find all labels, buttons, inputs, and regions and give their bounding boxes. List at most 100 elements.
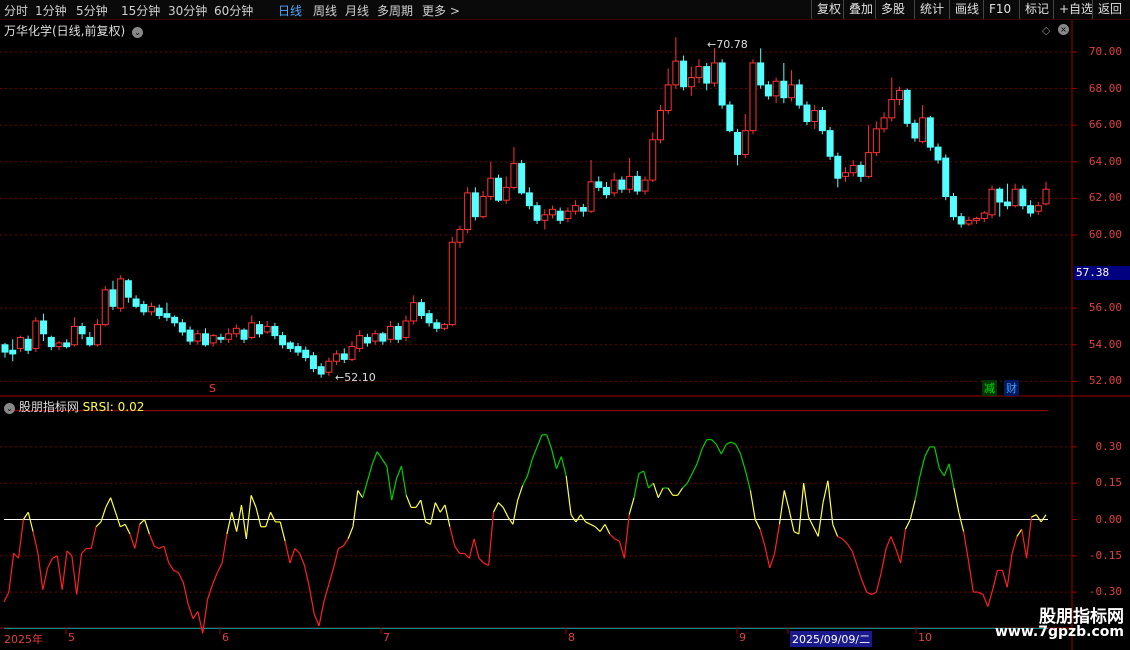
srsi-segment xyxy=(371,451,378,465)
candle-body xyxy=(718,62,726,106)
candle-body xyxy=(163,313,171,318)
srsi-segment xyxy=(565,475,572,515)
srsi-segment xyxy=(575,514,582,523)
candle-body xyxy=(456,228,464,243)
candle-body xyxy=(63,342,71,348)
srsi-segment xyxy=(1031,514,1037,518)
srsi-segment xyxy=(657,487,664,498)
srsi-segment xyxy=(904,519,911,530)
srsi-segment xyxy=(32,531,39,554)
candle-body xyxy=(973,217,981,221)
indicator-axis-label: -0.15 xyxy=(1088,548,1122,562)
srsi-segment xyxy=(318,601,325,627)
srsi-segment xyxy=(52,555,58,559)
srsi-segment xyxy=(22,511,29,520)
candle-body xyxy=(610,179,618,194)
price-axis-label: 62.00 xyxy=(1088,191,1122,205)
candle-body xyxy=(464,192,472,230)
srsi-segment xyxy=(61,550,68,590)
candle-body xyxy=(16,336,24,349)
candle-body xyxy=(664,84,672,112)
srsi-segment xyxy=(599,524,606,532)
candle-body xyxy=(248,322,256,338)
srsi-segment xyxy=(308,587,315,615)
srsi-segment xyxy=(153,545,160,550)
srsi-segment xyxy=(425,521,431,525)
srsi-segment xyxy=(187,604,194,619)
candle-body xyxy=(178,322,186,333)
srsi-segment xyxy=(715,444,722,455)
srsi-segment xyxy=(1035,514,1042,523)
srsi-segment xyxy=(682,482,688,489)
candle-body xyxy=(695,66,703,79)
settings-icon[interactable]: ⌄ xyxy=(4,403,15,414)
indicator-title: ⌄ 股朋指标网 SRSI: 0.02 xyxy=(4,398,144,415)
candle-body xyxy=(757,62,765,86)
srsi-segment xyxy=(909,499,916,520)
price-axis-label: 64.00 xyxy=(1088,154,1122,168)
candle-body xyxy=(155,307,163,316)
srsi-segment xyxy=(720,444,727,455)
candle-body xyxy=(217,336,225,340)
price-axis-label: 70.00 xyxy=(1088,44,1122,58)
srsi-segment xyxy=(686,473,693,484)
candle-body xyxy=(140,304,148,313)
candle-body xyxy=(302,349,310,359)
srsi-segment xyxy=(143,519,150,535)
candle-body xyxy=(94,324,102,346)
candle-body xyxy=(618,179,626,190)
srsi-segment xyxy=(851,550,858,566)
srsi-segment xyxy=(643,470,650,489)
stock-title-text: 万华化学(日线,前复权) xyxy=(4,24,126,38)
candle-body xyxy=(518,163,526,194)
srsi-segment xyxy=(211,572,218,586)
srsi-segment xyxy=(880,548,887,573)
srsi-segment xyxy=(958,512,965,532)
candle-body xyxy=(934,146,942,161)
srsi-segment xyxy=(434,502,441,513)
srsi-segment xyxy=(628,497,635,515)
srsi-segment xyxy=(730,441,737,446)
candle-body xyxy=(656,110,664,141)
candle-body xyxy=(772,80,780,97)
candle-body xyxy=(834,155,842,179)
srsi-segment xyxy=(226,512,233,535)
indicator-source: 股朋指标网 xyxy=(18,400,79,414)
srsi-segment xyxy=(129,533,136,549)
candle-body xyxy=(803,104,811,122)
candle-body xyxy=(965,219,973,225)
candle-body xyxy=(880,117,888,130)
candle-body xyxy=(749,62,757,132)
srsi-segment xyxy=(522,475,528,486)
candle-body xyxy=(448,241,456,326)
srsi-segment xyxy=(526,458,533,477)
srsi-segment xyxy=(919,456,926,477)
srsi-segment xyxy=(120,523,126,528)
candle-body xyxy=(649,139,657,181)
indicator-axis-label: -0.30 xyxy=(1088,585,1122,599)
candle-body xyxy=(602,186,610,196)
srsi-segment xyxy=(580,514,587,523)
srsi-segment xyxy=(338,545,344,550)
srsi-segment xyxy=(1006,553,1013,588)
srsi-segment xyxy=(134,524,141,549)
srsi-segment xyxy=(967,560,974,593)
srsi-segment xyxy=(696,449,703,465)
srsi-segment xyxy=(396,466,402,479)
candle-body xyxy=(271,325,279,337)
candle-body xyxy=(124,280,132,298)
candle-body xyxy=(325,360,333,373)
chevron-down-icon[interactable]: ⌄ xyxy=(132,27,144,38)
srsi-segment xyxy=(90,526,97,549)
candle-body xyxy=(333,353,341,362)
srsi-segment xyxy=(449,526,456,547)
srsi-segment xyxy=(744,470,751,491)
candle-body xyxy=(842,172,850,177)
candle-body xyxy=(1,344,9,353)
srsi-segment xyxy=(754,519,761,530)
diamond-icon[interactable]: ◇ xyxy=(1042,24,1050,37)
close-icon[interactable]: × xyxy=(1058,24,1069,35)
candle-body xyxy=(633,175,641,192)
candle-body xyxy=(795,84,803,106)
srsi-segment xyxy=(774,524,781,554)
